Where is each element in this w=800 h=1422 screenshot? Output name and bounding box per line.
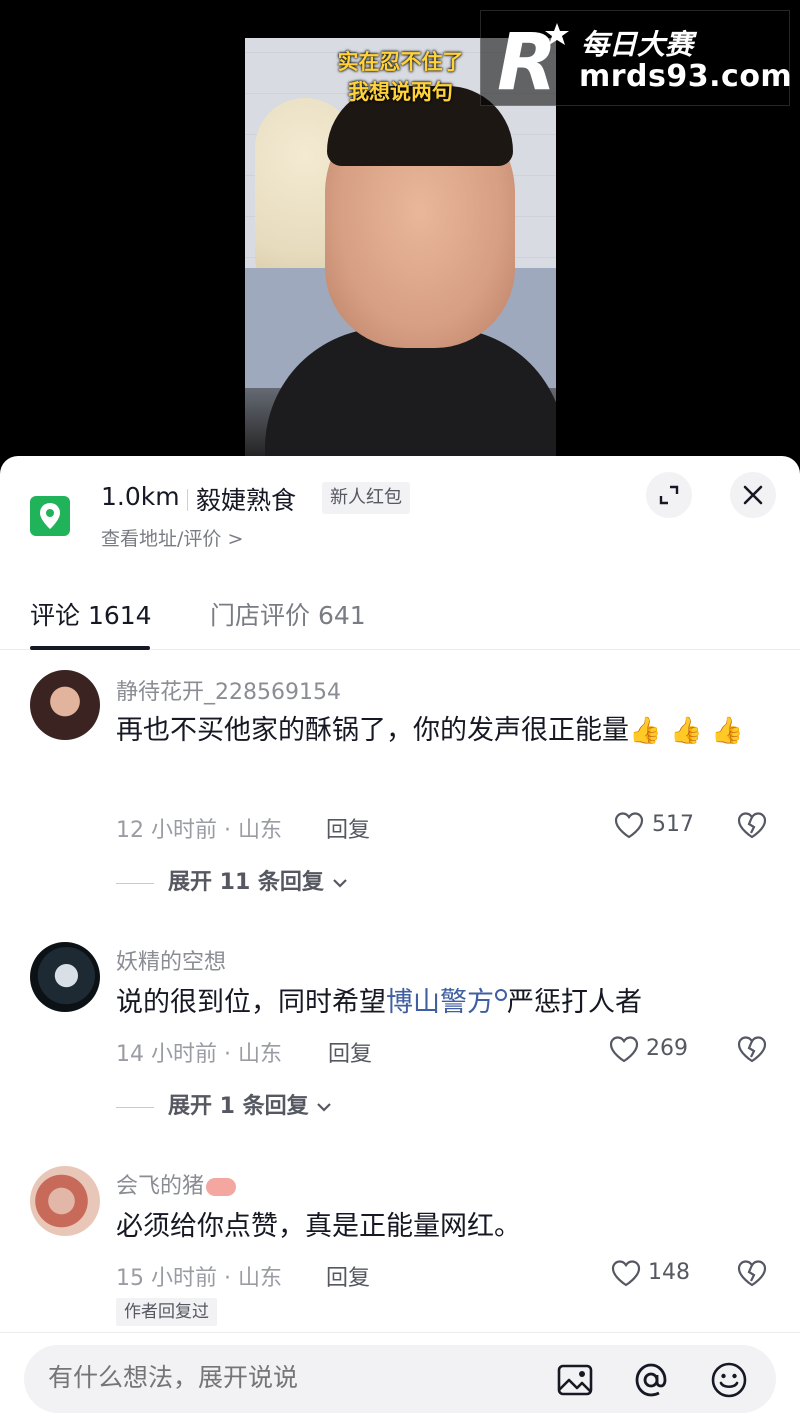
view-address-link[interactable]: 查看地址/评价 > [101,524,243,551]
emoji-icon[interactable] [710,1361,748,1399]
pig-emoji-icon [206,1178,237,1196]
expand-replies-label: 展开 11 条回复 [168,870,324,895]
divider [187,489,188,511]
reply-button[interactable]: 回复 [326,812,370,844]
thumbs-up-emoji: 👍 [710,716,744,746]
watermark-brand: 每日大赛 [581,28,694,61]
comment-item: 会飞的猪 必须给你点赞，真是正能量网红。 15 小时前 · 山东 回复 148 … [0,1164,800,1334]
watermark-logo-icon: R [497,19,569,99]
video-player[interactable]: 实在忍不住了 我想说两句 R 每日大赛 mrds93.com [0,0,800,470]
divider [116,882,154,884]
heart-icon[interactable] [610,1258,642,1288]
comment-tabs: 评论 1614 门店评价 641 [0,584,800,650]
comment-input-bar [0,1332,800,1422]
comment-text-before: 说的很到位，同时希望 [116,987,386,1018]
expand-icon [659,485,679,505]
comment-meta: 12 小时前 · 山东 [116,818,282,843]
expand-replies-label: 展开 1 条回复 [168,1094,309,1119]
comment-username[interactable]: 妖精的空想 [116,944,226,976]
comment-text-after: 严惩打人者 [507,987,642,1018]
at-icon[interactable] [632,1361,670,1399]
thumbs-up-emoji: 👍 [629,716,662,746]
image-icon[interactable] [556,1361,594,1399]
expand-replies-button[interactable]: 展开 1 条回复 [116,1088,332,1120]
comment-input-container[interactable] [24,1345,776,1413]
shop-info[interactable]: 1.0km 毅婕熟食 新人红包 查看地址/评价 > [0,456,800,576]
tab-store-reviews[interactable]: 门店评价 641 [210,596,366,632]
comment-text: 必须给你点赞，真是正能量网红。 [116,1211,521,1242]
comment-username[interactable]: 会飞的猪 [116,1168,237,1200]
new-user-redpacket-badge[interactable]: 新人红包 [322,482,410,514]
search-link-boshan-police[interactable]: 博山警方 [386,987,494,1018]
like-count: 148 [648,1260,690,1285]
thumbs-up-emoji: 👍 [669,716,703,746]
like-count: 517 [652,812,694,837]
comment-meta: 14 小时前 · 山东 [116,1042,282,1067]
dislike-heart-icon[interactable] [736,1258,768,1288]
divider [116,1106,154,1108]
expand-replies-button[interactable]: 展开 11 条回复 [116,864,348,896]
heart-icon[interactable] [613,810,645,840]
reply-button[interactable]: 回复 [326,1260,370,1292]
reply-button[interactable]: 回复 [328,1036,372,1068]
heart-icon[interactable] [608,1034,640,1064]
comment-item: 静待花开_228569154 再也不买他家的酥锅了，你的发声很正能量👍 👍 👍 … [0,666,800,906]
author-replied-badge: 作者回复过 [116,1298,217,1326]
close-icon [743,485,763,505]
comment-text: 再也不买他家的酥锅了，你的发声很正能量👍 👍 👍 [116,708,776,754]
comment-input[interactable] [48,1363,528,1392]
location-pin-icon [30,496,70,536]
like-count: 269 [646,1036,688,1061]
comments-sheet: 1.0km 毅婕熟食 新人红包 查看地址/评价 > 评论 1614 门店评价 6… [0,456,800,1422]
dislike-heart-icon[interactable] [736,1034,768,1064]
watermark-url: mrds93.com [579,59,793,94]
close-button[interactable] [730,472,776,518]
avatar[interactable] [30,1166,100,1236]
shop-distance: 1.0km [101,482,180,511]
avatar[interactable] [30,670,100,740]
tab-comments[interactable]: 评论 1614 [30,596,152,632]
comment-username[interactable]: 静待花开_228569154 [116,674,341,706]
watermark: R 每日大赛 mrds93.com [480,10,793,106]
avatar[interactable] [30,942,100,1012]
comment-text: 说的很到位，同时希望博山警方 严惩打人者 [116,980,776,1026]
chevron-down-icon [332,879,347,888]
active-tab-indicator [30,646,150,650]
search-icon [495,989,507,1001]
chevron-down-icon [317,1103,332,1112]
comment-text-body: 再也不买他家的酥锅了，你的发声很正能量 [116,715,629,746]
expand-button[interactable] [646,472,692,518]
shop-name[interactable]: 毅婕熟食 [196,481,296,517]
comment-item: 妖精的空想 说的很到位，同时希望博山警方 严惩打人者 14 小时前 · 山东 回复… [0,940,800,1130]
comment-meta: 15 小时前 · 山东 [116,1266,282,1291]
dislike-heart-icon[interactable] [736,810,768,840]
comment-username-text: 会飞的猪 [116,1174,205,1199]
